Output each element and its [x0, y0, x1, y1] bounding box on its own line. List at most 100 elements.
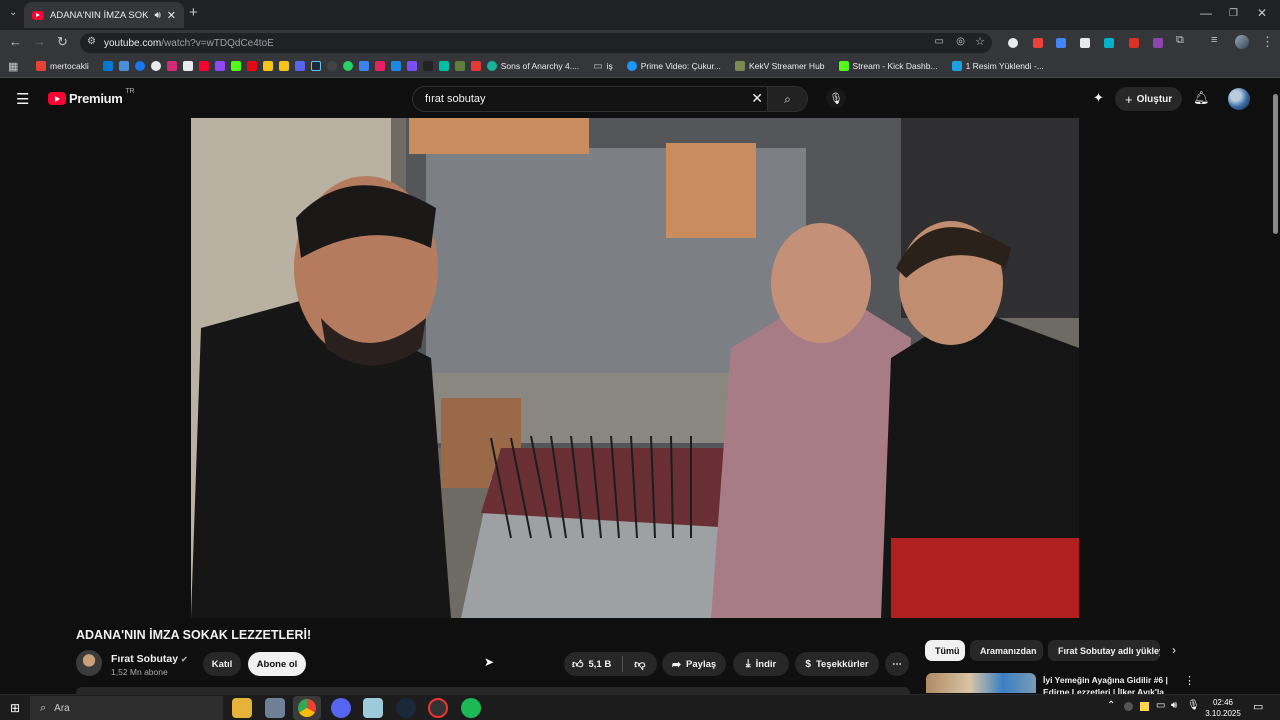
calculator-icon[interactable] — [265, 698, 285, 718]
extension-icon[interactable] — [1056, 38, 1066, 48]
download-button[interactable]: ⤓ İndir — [733, 652, 789, 676]
taskbar-search[interactable]: ⌕ Ara — [30, 696, 223, 720]
youtube-icon[interactable] — [198, 61, 209, 71]
menu-hamburger-icon[interactable]: ☰ — [16, 90, 29, 108]
back-icon[interactable]: ← — [9, 34, 22, 49]
notifications-bell-icon[interactable]: 🔔︎ — [1193, 90, 1210, 106]
video-player[interactable] — [191, 118, 1079, 618]
imdb-icon[interactable] — [262, 61, 273, 71]
browser-tab[interactable]: ADANA'NIN İMZA SOKAK LEZZETLERİ! 🔊︎ ✕ — [24, 2, 184, 28]
create-button[interactable]: + Oluştur — [1115, 87, 1183, 111]
app-icon[interactable] — [363, 698, 383, 718]
bookmark-item[interactable]: KekV Streamer Hub — [734, 61, 825, 71]
steam-icon[interactable] — [396, 698, 416, 718]
bookmark-item[interactable]: 1 Resim Yüklendi -... — [951, 61, 1044, 71]
voice-search-button[interactable]: 🎙︎ — [826, 88, 846, 108]
extension-icon[interactable] — [470, 61, 481, 71]
extension-icon[interactable] — [1153, 38, 1163, 48]
tab-close-icon[interactable]: ✕ — [167, 9, 176, 22]
page-scrollbar[interactable] — [1271, 80, 1280, 694]
x-icon[interactable] — [182, 61, 193, 71]
new-tab-icon[interactable]: + — [189, 4, 198, 21]
file-explorer-icon[interactable] — [232, 698, 252, 718]
bookmark-item[interactable]: Stream - Kick Dashb... — [838, 61, 938, 71]
restore-icon[interactable]: ❐ — [1229, 8, 1238, 19]
dislike-button[interactable]: 👎︎ — [634, 658, 645, 671]
like-button[interactable]: 👍︎ 5,1 B — [572, 658, 611, 671]
join-button[interactable]: Katıl — [203, 652, 241, 676]
cast-icon[interactable]: ▭ — [935, 36, 944, 47]
twitch-icon[interactable] — [214, 61, 225, 71]
network-icon[interactable]: ▭ — [1156, 700, 1165, 711]
v-icon[interactable] — [278, 61, 289, 71]
windows-start-icon[interactable]: ⊞ — [10, 701, 20, 715]
extension-icon[interactable] — [358, 61, 369, 71]
app-icon[interactable] — [428, 698, 448, 718]
address-bar[interactable]: ⚙ youtube.com/watch?v=wTDQdCe4toE ▭ ◎ ☆ — [80, 33, 992, 53]
instagram-icon[interactable] — [166, 61, 177, 71]
facebook-icon[interactable] — [134, 61, 145, 71]
thanks-button[interactable]: $ Teşekkürler — [795, 652, 879, 676]
create-settings-icon[interactable]: ✦ — [1093, 90, 1104, 106]
extension-icon[interactable] — [390, 61, 401, 71]
volume-icon[interactable]: 🔊︎ — [1171, 700, 1177, 711]
search-button[interactable]: ⌕ — [767, 87, 807, 111]
chevron-right-icon[interactable]: › — [1172, 643, 1176, 657]
tray-overflow-icon[interactable]: ⌃ — [1107, 700, 1115, 711]
bookmark-item[interactable]: Sons of Anarchy 4.... — [486, 61, 579, 71]
reading-list-icon[interactable]: ≡ — [1211, 34, 1217, 46]
reload-icon[interactable]: ↻ — [57, 34, 68, 50]
extension-icon[interactable] — [1033, 38, 1043, 48]
whatsapp-icon[interactable] — [342, 61, 353, 71]
recommendation-menu-icon[interactable]: ⋮ — [1184, 674, 1195, 687]
translate-icon[interactable] — [118, 61, 129, 71]
profile-avatar[interactable] — [1235, 35, 1249, 49]
apps-grid-icon[interactable]: ▦ — [8, 60, 18, 73]
description-box[interactable] — [76, 687, 910, 694]
account-avatar[interactable] — [1228, 88, 1250, 110]
tray-app-icon[interactable] — [1140, 702, 1149, 711]
scrollbar-thumb[interactable] — [1273, 94, 1278, 234]
bookmark-star-icon[interactable]: ☆ — [975, 35, 985, 48]
taskbar-clock[interactable]: 02:46 3.10.2025 — [1200, 697, 1246, 719]
chip-from-search[interactable]: Aramanızdan — [970, 640, 1043, 661]
extension-icon[interactable] — [438, 61, 449, 71]
channel-avatar[interactable] — [76, 650, 102, 676]
youtube-premium-logo[interactable]: Premium TR — [48, 88, 135, 106]
forward-icon[interactable]: → — [33, 34, 46, 49]
google-icon[interactable] — [150, 61, 161, 71]
share-button[interactable]: ➦ Paylaş — [662, 652, 726, 676]
tab-search-icon[interactable]: ⌄ — [9, 7, 17, 18]
audio-playing-icon[interactable]: 🔊︎ — [154, 10, 160, 21]
bookmark-item[interactable]: mertocakli — [36, 61, 89, 71]
window-close-icon[interactable]: ✕ — [1257, 6, 1267, 20]
eye-off-icon[interactable]: ◎ — [956, 36, 965, 47]
github-icon[interactable] — [326, 61, 337, 71]
subscribe-button[interactable]: Abone ol — [248, 652, 306, 676]
more-actions-button[interactable]: ⋯ — [885, 652, 909, 676]
outlook-icon[interactable] — [102, 61, 113, 71]
chip-all[interactable]: Tümü — [925, 640, 965, 661]
discord-icon[interactable] — [331, 698, 351, 718]
minimize-icon[interactable]: — — [1200, 6, 1212, 20]
extension-icon[interactable] — [406, 61, 417, 71]
chip-from-uploader[interactable]: Fırat Sobutay adlı yükleyen — [1048, 640, 1160, 661]
bookmark-item[interactable]: Prime Video: Çukur... — [626, 61, 721, 71]
recommendation-title[interactable]: İyi Yemeğin Ayağına Gidilir #6 | Edirne … — [1043, 674, 1173, 694]
microphone-icon[interactable]: 🎙︎ — [1187, 700, 1200, 711]
clear-search-icon[interactable]: ✕ — [751, 90, 763, 107]
notification-center-icon[interactable]: ▭ — [1253, 700, 1263, 713]
discord-icon[interactable] — [294, 61, 305, 71]
y-icon[interactable] — [374, 61, 385, 71]
channel-name[interactable]: Fırat Sobutay ✔ — [111, 653, 188, 665]
site-info-icon[interactable]: ⚙ — [87, 36, 96, 47]
steam-icon[interactable] — [310, 61, 321, 71]
extension-icon[interactable] — [1080, 38, 1090, 48]
extension-icon[interactable] — [1129, 38, 1139, 48]
extension-icon[interactable] — [1008, 38, 1018, 48]
netflix-icon[interactable] — [246, 61, 257, 71]
extension-icon[interactable] — [1104, 38, 1114, 48]
spotify-icon[interactable] — [461, 698, 481, 718]
tray-app-icon[interactable] — [1124, 702, 1133, 711]
kick-icon[interactable] — [230, 61, 241, 71]
